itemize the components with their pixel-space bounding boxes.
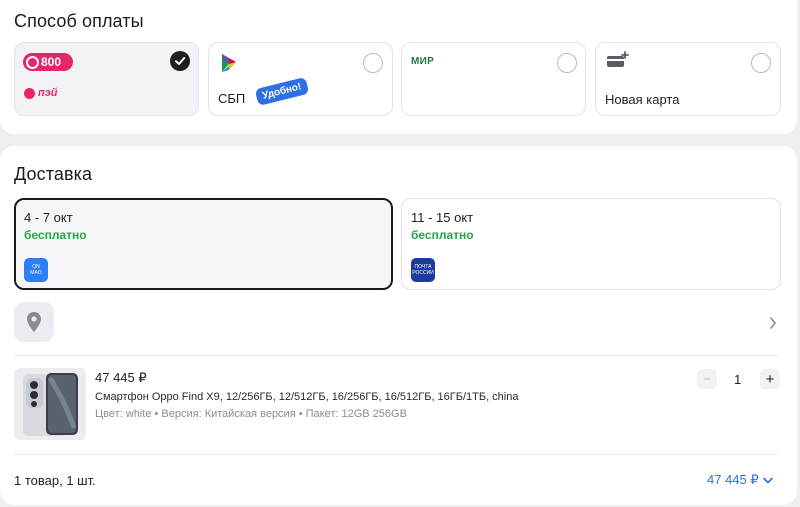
payment-section: Способ оплаты 800 пэй СБП Удобно! МИР Но… (0, 0, 797, 134)
delivery-section: Доставка 4 - 7 окт бесплатно ON MAO 11 - … (0, 146, 797, 505)
delivery-dates: 4 - 7 окт (24, 210, 73, 225)
russian-post-logo-icon: ПОЧТА РОССИИ (411, 258, 435, 282)
new-card-radio[interactable] (751, 53, 771, 73)
sbp-badge: Удобно! (254, 76, 309, 107)
divider (14, 454, 779, 455)
quantity-decrease-button[interactable]: − (697, 369, 717, 389)
mir-radio[interactable] (557, 53, 577, 73)
pay-logo: пэй (24, 87, 58, 99)
payment-method-800pay[interactable]: 800 пэй (14, 42, 199, 116)
selected-check-icon[interactable] (170, 51, 190, 71)
delivery-price: бесплатно (411, 228, 474, 242)
sbp-label: СБП (218, 91, 246, 106)
payment-method-mir[interactable]: МИР (401, 42, 586, 116)
product-image[interactable] (14, 368, 86, 440)
payment-method-new-card[interactable]: Новая карта (595, 42, 781, 116)
delivery-price: бесплатно (24, 228, 87, 242)
pickup-point-button[interactable] (14, 302, 54, 342)
delivery-title: Доставка (14, 164, 93, 184)
payment-title: Способ оплаты (14, 11, 144, 31)
location-pin-icon (27, 312, 41, 332)
payment-method-sbp[interactable]: СБП Удобно! (208, 42, 393, 116)
new-card-label: Новая карта (605, 92, 680, 107)
product-price: 47 445 ₽ (95, 370, 147, 385)
order-total-toggle[interactable]: 47 445 ₽ (707, 472, 773, 488)
chevron-right-icon[interactable] (769, 316, 777, 334)
sbp-logo-icon (220, 53, 238, 78)
quantity-increase-button[interactable]: + (760, 369, 780, 389)
800-logo: 800 (23, 53, 73, 71)
mir-logo: МИР (411, 56, 435, 67)
add-card-icon (606, 51, 630, 74)
divider (14, 355, 779, 356)
quantity-value[interactable]: 1 (734, 372, 741, 387)
delivery-dates: 11 - 15 окт (411, 210, 474, 225)
product-attributes: Цвет: white • Версия: Китайская версия •… (95, 408, 407, 420)
sbp-radio[interactable] (363, 53, 383, 73)
carrier-logo-icon: ON MAO (24, 258, 48, 282)
order-total: 47 445 ₽ (707, 472, 759, 487)
delivery-option-1[interactable]: 4 - 7 окт бесплатно ON MAO (14, 198, 393, 290)
chevron-down-icon (762, 477, 773, 484)
delivery-option-2[interactable]: 11 - 15 окт бесплатно ПОЧТА РОССИИ (401, 198, 781, 290)
product-name[interactable]: Смартфон Oppo Find X9, 12/256ГБ, 12/512Г… (95, 391, 518, 403)
order-item-count: 1 товар, 1 шт. (14, 473, 96, 488)
